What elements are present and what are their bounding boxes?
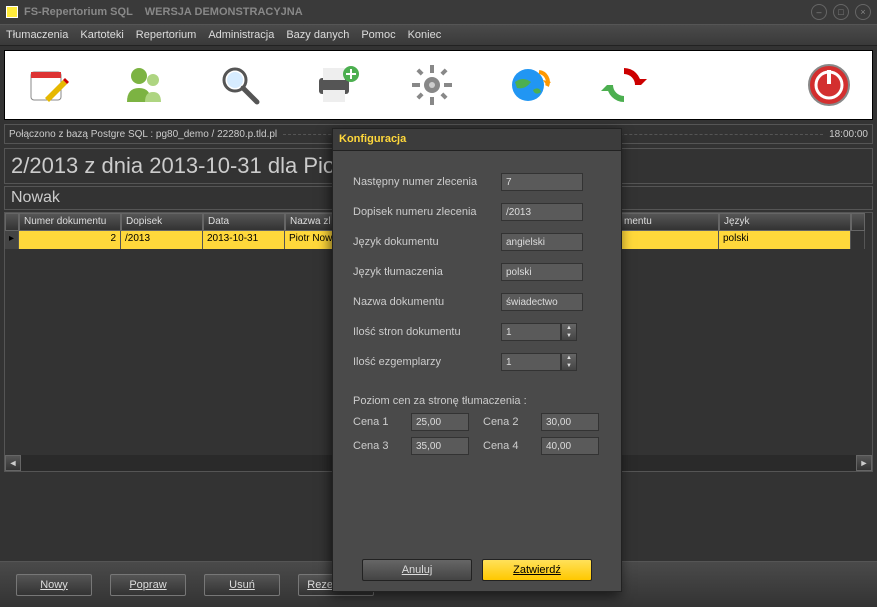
menu-tlumaczenia[interactable]: Tłumaczenia (6, 29, 68, 41)
lbl-pages: Ilość stron dokumentu (353, 326, 501, 338)
cell-naz: Piotr Now (285, 231, 333, 249)
close-button[interactable]: × (855, 4, 871, 20)
spin-up-icon[interactable]: ▲ (562, 324, 576, 332)
input-cena4[interactable] (541, 437, 599, 455)
menu-repertorium[interactable]: Repertorium (136, 29, 197, 41)
users-icon[interactable] (121, 62, 167, 108)
th-mentu[interactable]: mentu (619, 213, 719, 231)
th-numer[interactable]: Numer dokumentu (19, 213, 121, 231)
input-suffix[interactable] (501, 203, 583, 221)
th-marker[interactable] (5, 213, 19, 231)
cell-num: 2 (19, 231, 121, 249)
input-copies[interactable] (501, 353, 561, 371)
menu-koniec[interactable]: Koniec (408, 29, 442, 41)
spin-down-icon[interactable]: ▼ (562, 332, 576, 340)
input-trans-lang[interactable] (501, 263, 583, 281)
maximize-button[interactable]: □ (833, 4, 849, 20)
lbl-cena1: Cena 1 (353, 416, 401, 428)
lbl-suffix: Dopisek numeru zlecenia (353, 206, 501, 218)
confirm-button[interactable]: Zatwierdź (482, 559, 592, 581)
spin-down-icon[interactable]: ▼ (562, 362, 576, 370)
input-cena3[interactable] (411, 437, 469, 455)
toolbar (4, 50, 873, 120)
lbl-trans-lang: Język tłumaczenia (353, 266, 501, 278)
titlebar: FS-Repertorium SQL WERSJA DEMONSTRACYJNA… (0, 0, 877, 24)
th-jezyk[interactable]: Język (719, 213, 851, 231)
nowy-button[interactable]: Nowy (16, 574, 92, 596)
input-cena2[interactable] (541, 413, 599, 431)
input-cena1[interactable] (411, 413, 469, 431)
menu-pomoc[interactable]: Pomoc (361, 29, 395, 41)
input-pages[interactable] (501, 323, 561, 341)
lbl-cena4: Cena 4 (483, 440, 531, 452)
th-end[interactable] (851, 213, 865, 231)
spin-up-icon[interactable]: ▲ (562, 354, 576, 362)
th-dopisek[interactable]: Dopisek (121, 213, 203, 231)
cell-mentu (619, 231, 719, 249)
globe-refresh-icon[interactable] (505, 62, 551, 108)
scroll-left-button[interactable]: ◄ (5, 455, 21, 471)
menu-bazy-danych[interactable]: Bazy danych (286, 29, 349, 41)
edit-note-icon[interactable] (25, 62, 71, 108)
connection-status: Połączono z bazą Postgre SQL : pg80_demo… (9, 129, 277, 140)
th-data[interactable]: Data (203, 213, 285, 231)
popraw-button[interactable]: Popraw (110, 574, 186, 596)
app-icon (6, 6, 18, 18)
lbl-next-num: Następny numer zlecenia (353, 176, 501, 188)
cell-jez: polski (719, 231, 851, 249)
sync-icon[interactable] (601, 62, 647, 108)
config-dialog: Konfiguracja Następny numer zlecenia Dop… (332, 128, 622, 592)
cell-dop: /2013 (121, 231, 203, 249)
lbl-copies: Ilość ezgemplarzy (353, 356, 501, 368)
minimize-button[interactable]: – (811, 4, 827, 20)
clock: 18:00:00 (829, 129, 868, 140)
power-icon[interactable] (806, 62, 852, 108)
th-nazwa[interactable]: Nazwa zl (285, 213, 333, 231)
scroll-right-button[interactable]: ► (856, 455, 872, 471)
app-subtitle: WERSJA DEMONSTRACYJNA (145, 6, 303, 18)
lbl-cena3: Cena 3 (353, 440, 401, 452)
menubar: Tłumaczenia Kartoteki Repertorium Admini… (0, 24, 877, 46)
search-icon[interactable] (217, 62, 263, 108)
usun-button[interactable]: Usuń (204, 574, 280, 596)
input-doc-name[interactable] (501, 293, 583, 311)
menu-administracja[interactable]: Administracja (208, 29, 274, 41)
app-title: FS-Repertorium SQL (24, 6, 133, 18)
lbl-doc-name: Nazwa dokumentu (353, 296, 501, 308)
print-add-icon[interactable] (313, 62, 359, 108)
lbl-cena2: Cena 2 (483, 416, 531, 428)
lbl-doc-lang: Język dokumentu (353, 236, 501, 248)
input-next-num[interactable] (501, 173, 583, 191)
gear-icon[interactable] (409, 62, 455, 108)
input-doc-lang[interactable] (501, 233, 583, 251)
menu-kartoteki[interactable]: Kartoteki (80, 29, 123, 41)
lbl-price-section: Poziom cen za stronę tłumaczenia : (353, 395, 601, 407)
cell-data: 2013-10-31 (203, 231, 285, 249)
dialog-title: Konfiguracja (333, 129, 621, 151)
cancel-button[interactable]: Anuluj (362, 559, 472, 581)
